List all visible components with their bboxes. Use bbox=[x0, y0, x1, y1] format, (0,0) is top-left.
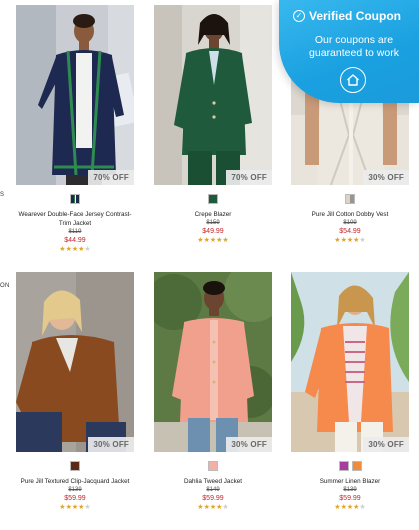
product-card[interactable]: 30% OFF Pure Jill Textured Clip-Jacquard… bbox=[16, 272, 134, 512]
discount-badge: 70% OFF bbox=[88, 170, 134, 185]
color-swatches bbox=[291, 461, 409, 472]
product-image[interactable]: 70% OFF bbox=[154, 5, 272, 185]
product-image[interactable]: 30% OFF bbox=[291, 272, 409, 452]
color-swatch[interactable] bbox=[345, 194, 355, 204]
discount-badge: 30% OFF bbox=[363, 170, 409, 185]
sale-price: $49.99 bbox=[202, 228, 224, 235]
coupon-title-row: ✓ Verified Coupon bbox=[293, 9, 401, 23]
color-swatch[interactable] bbox=[208, 194, 218, 204]
check-circle-icon: ✓ bbox=[293, 10, 305, 22]
product-name[interactable]: Pure Jill Cotton Dobby Vest bbox=[291, 210, 409, 219]
original-price: $139 bbox=[68, 487, 82, 493]
color-swatch[interactable] bbox=[70, 194, 80, 204]
color-swatch[interactable] bbox=[351, 461, 362, 471]
original-price: $109 bbox=[343, 220, 357, 226]
sale-price: $44.99 bbox=[64, 237, 86, 244]
color-swatches bbox=[291, 194, 409, 205]
original-price: $139 bbox=[343, 487, 357, 493]
verified-coupon-popup[interactable]: ✓ Verified Coupon Our coupons are guaran… bbox=[279, 0, 419, 103]
color-swatches bbox=[154, 194, 272, 205]
color-swatch[interactable] bbox=[208, 461, 218, 471]
product-image[interactable]: 30% OFF bbox=[154, 272, 272, 452]
star-rating: ★ ★ ★ ★ ★ bbox=[154, 504, 272, 512]
sale-price: $54.99 bbox=[339, 228, 361, 235]
star-icon: ★ bbox=[359, 237, 366, 244]
sale-price: $59.99 bbox=[64, 495, 86, 502]
product-image[interactable]: 70% OFF bbox=[16, 5, 134, 185]
star-icon: ★ bbox=[359, 504, 366, 511]
color-swatches bbox=[154, 461, 272, 472]
color-swatch[interactable] bbox=[70, 461, 80, 471]
star-icon: ★ bbox=[222, 237, 229, 244]
star-icon: ★ bbox=[222, 504, 229, 511]
side-label-top: S bbox=[0, 192, 5, 198]
product-name[interactable]: Wearever Double-Face Jersey Contrast-Tri… bbox=[16, 210, 134, 228]
product-name[interactable]: Dahlia Tweed Jacket bbox=[154, 477, 272, 486]
star-icon: ★ bbox=[84, 504, 91, 511]
product-card[interactable]: 70% OFF Wearever Double-Face Jersey Cont… bbox=[16, 5, 134, 254]
product-image[interactable]: 30% OFF bbox=[16, 272, 134, 452]
original-price: $119 bbox=[68, 229, 82, 235]
star-rating: ★ ★ ★ ★ ★ bbox=[154, 237, 272, 245]
discount-badge: 30% OFF bbox=[363, 437, 409, 452]
discount-badge: 30% OFF bbox=[88, 437, 134, 452]
product-card[interactable]: 30% OFF Summer Linen Blazer $139 $59.99 … bbox=[291, 272, 409, 512]
star-rating: ★ ★ ★ ★ ★ bbox=[16, 504, 134, 512]
original-price: $159 bbox=[206, 220, 220, 226]
product-card[interactable]: 30% OFF Dahlia Tweed Jacket $149 $59.99 … bbox=[154, 272, 272, 512]
star-icon: ★ bbox=[84, 246, 91, 253]
color-swatch[interactable] bbox=[338, 461, 349, 471]
star-rating: ★ ★ ★ ★ ★ bbox=[291, 504, 409, 512]
color-swatches bbox=[16, 461, 134, 472]
star-rating: ★ ★ ★ ★ ★ bbox=[291, 237, 409, 245]
product-name[interactable]: Summer Linen Blazer bbox=[291, 477, 409, 486]
color-swatches bbox=[16, 194, 134, 205]
original-price: $149 bbox=[206, 487, 220, 493]
sale-price: $59.99 bbox=[202, 495, 224, 502]
star-rating: ★ ★ ★ ★ ★ bbox=[16, 246, 134, 254]
coupon-subtitle: Our coupons are guaranteed to work bbox=[309, 34, 399, 59]
product-card[interactable]: 70% OFF Crepe Blazer $159 $49.99 ★ ★ ★ ★ ★ bbox=[154, 5, 272, 245]
product-name[interactable]: Crepe Blazer bbox=[154, 210, 272, 219]
product-name[interactable]: Pure Jill Textured Clip-Jacquard Jacket bbox=[16, 477, 134, 486]
sale-price: $59.99 bbox=[339, 495, 361, 502]
home-icon[interactable] bbox=[340, 67, 366, 93]
coupon-title: Verified Coupon bbox=[309, 9, 402, 23]
discount-badge: 70% OFF bbox=[226, 170, 272, 185]
side-label-bottom: ON bbox=[0, 283, 10, 289]
discount-badge: 30% OFF bbox=[226, 437, 272, 452]
